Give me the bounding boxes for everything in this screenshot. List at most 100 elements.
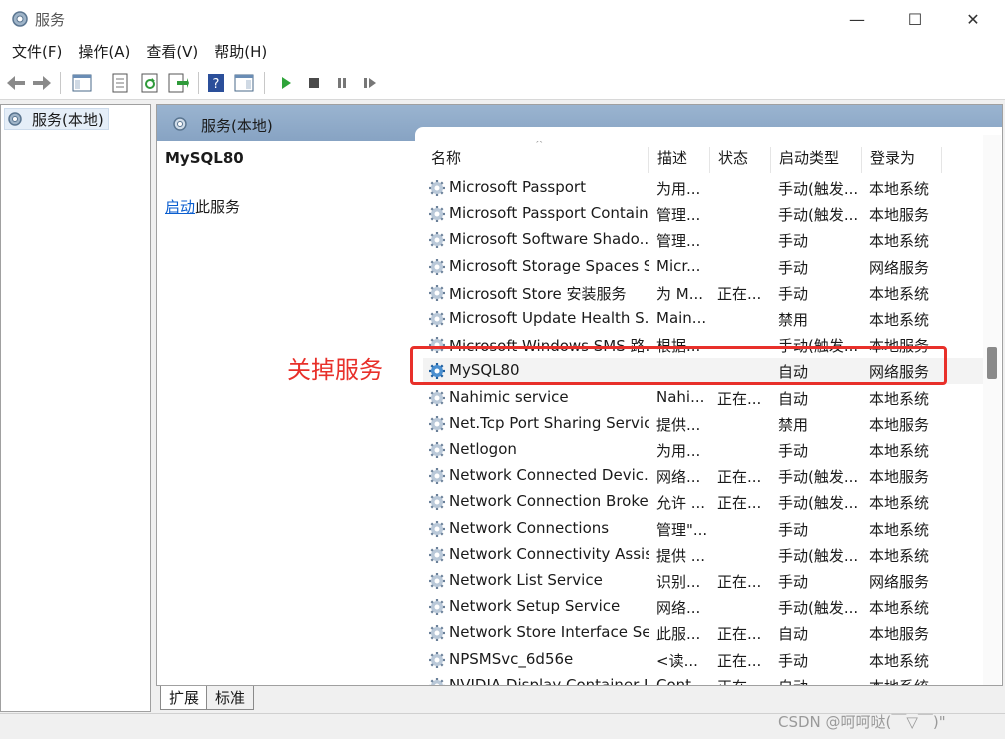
cell-startup: 手动	[778, 442, 809, 460]
cell-status: 正在...	[717, 468, 762, 487]
cell-name: Network Connectivity Assis...	[449, 544, 649, 563]
service-row[interactable]: NPSMSvc_6d56e <读... 正在... 手动 本地系统	[423, 647, 985, 673]
cell-desc: 提供...	[656, 415, 701, 434]
service-gear-icon	[429, 599, 445, 616]
cell-name: NPSMSvc_6d56e	[449, 649, 574, 668]
service-row[interactable]: Network Setup Service 网络... 手动(触发... 本地系统	[423, 594, 985, 620]
service-row[interactable]: Microsoft Storage Spaces S... Micr... 手动 网络…	[423, 254, 985, 280]
service-row[interactable]: Microsoft Passport 为用... 手动(触发... 本地系统	[423, 175, 985, 201]
cell-startup: 手动	[778, 573, 809, 591]
scrollbar-thumb[interactable]	[987, 347, 997, 379]
service-gear-icon	[429, 284, 445, 301]
column-header-name[interactable]: 名称	[423, 147, 649, 173]
service-gear-icon	[429, 311, 445, 327]
cell-name: Nahimic service	[449, 387, 569, 406]
toolbar-separator	[264, 72, 265, 94]
cell-startup: 自动	[778, 625, 809, 644]
services-gear-icon	[12, 11, 28, 27]
service-gear-icon	[429, 258, 445, 275]
export-list-icon[interactable]	[166, 71, 190, 95]
cell-desc: Nahi...	[656, 387, 705, 406]
back-icon[interactable]	[4, 71, 28, 95]
cell-logon: 本地系统	[869, 284, 930, 303]
annotation-highlight-box	[410, 346, 947, 385]
close-button[interactable]: ✕	[944, 0, 1002, 38]
cell-desc: <读...	[656, 651, 698, 670]
restart-service-icon[interactable]	[358, 71, 382, 95]
cell-logon: 本地系统	[869, 389, 930, 408]
cell-name: Microsoft Passport Container	[449, 204, 649, 223]
cell-status: 正在...	[717, 284, 762, 303]
service-row[interactable]: Microsoft Software Shado... 管理... 手动 本地系统	[423, 227, 985, 253]
minimize-button[interactable]: —	[828, 0, 886, 38]
annotation-label: 关掉服务	[287, 356, 383, 384]
refresh-icon[interactable]	[138, 71, 162, 95]
cell-startup: 禁用	[778, 415, 809, 434]
cell-startup: 手动(触发...	[778, 206, 859, 225]
start-service-link[interactable]: 启动	[165, 198, 195, 216]
service-row[interactable]: NVIDIA Display Container LS Cont... 正在... 自…	[423, 673, 985, 685]
service-row[interactable]: Network List Service 识别... 正在... 手动 网络服务	[423, 568, 985, 594]
watermark: CSDN @呵呵哒(￣▽￣)"	[778, 713, 946, 731]
column-header-status[interactable]: 状态	[710, 147, 771, 173]
cell-name: Network Store Interface Se...	[449, 623, 649, 642]
service-row[interactable]: Network Connectivity Assis... 提供 ... 手动(触发…	[423, 542, 985, 568]
menu-view[interactable]: 查看(V)	[140, 38, 204, 66]
cell-startup: 禁用	[778, 311, 809, 329]
column-header-logon-as[interactable]: 登录为	[862, 147, 942, 173]
service-gear-icon	[429, 442, 445, 458]
cell-startup: 手动(触发...	[778, 468, 859, 487]
service-row[interactable]: Microsoft Update Health S... Main... 禁用 本地系…	[423, 306, 985, 332]
forward-icon[interactable]	[30, 71, 54, 95]
menu-file[interactable]: 文件(F)	[6, 38, 68, 66]
column-header-startup-type[interactable]: 启动类型	[771, 147, 862, 173]
pause-service-icon[interactable]	[330, 71, 354, 95]
start-service-suffix: 此服务	[195, 198, 241, 216]
service-row[interactable]: Network Connections 管理"... 手动 本地系统	[423, 516, 985, 542]
service-row[interactable]: Nahimic service Nahi... 正在... 自动 本地系统	[423, 385, 985, 411]
service-row[interactable]: Netlogon 为用... 手动 本地系统	[423, 437, 985, 463]
service-row[interactable]: Microsoft Passport Container 管理... 手动(触发..…	[423, 201, 985, 227]
stop-service-icon[interactable]	[302, 71, 326, 95]
show-hide-console-tree-icon[interactable]	[70, 71, 94, 95]
cell-startup: 手动	[778, 232, 809, 251]
services-gear-icon	[173, 117, 187, 131]
tab-extended[interactable]: 扩展	[160, 686, 209, 710]
cell-name: Microsoft Update Health S...	[449, 309, 649, 327]
cell-desc: 允许 ...	[656, 494, 706, 513]
show-hide-action-pane-icon[interactable]	[232, 71, 256, 95]
service-row[interactable]: Network Connected Devic... 网络... 正在... 手动(触…	[423, 463, 985, 489]
service-gear-icon	[429, 415, 445, 432]
cell-startup: 手动	[778, 520, 809, 539]
column-header-description[interactable]: 描述	[649, 147, 710, 173]
cell-logon: 本地系统	[869, 232, 930, 251]
service-row[interactable]: Net.Tcp Port Sharing Service 提供... 禁用 本地服务	[423, 411, 985, 437]
properties-icon[interactable]	[108, 71, 132, 95]
cell-logon: 本地系统	[869, 599, 930, 618]
service-row[interactable]: Network Store Interface Se... 此服... 正在... 自…	[423, 620, 985, 646]
cell-status: 正在...	[717, 494, 762, 513]
menu-bar: 文件(F) 操作(A) 查看(V) 帮助(H)	[0, 38, 1005, 66]
service-row[interactable]: Network Connection Broker 允许 ... 正在... 手动(触…	[423, 489, 985, 515]
menu-action[interactable]: 操作(A)	[72, 38, 136, 66]
cell-status: 正在...	[717, 676, 773, 685]
cell-startup: 手动(触发...	[778, 599, 859, 618]
menu-help[interactable]: 帮助(H)	[208, 38, 273, 66]
cell-desc: 为用...	[656, 180, 701, 198]
cell-startup: 手动(触发...	[778, 546, 859, 565]
tree-item-services-local[interactable]: 服务(本地)	[4, 108, 109, 130]
vertical-scrollbar[interactable]	[983, 135, 1001, 685]
maximize-button[interactable]: ☐	[886, 0, 944, 38]
service-gear-icon	[429, 546, 445, 563]
service-row[interactable]: Microsoft Store 安装服务 为 M... 正在... 手动 本地系统	[423, 280, 985, 306]
cell-logon: 本地系统	[869, 311, 930, 329]
cell-desc: 为用...	[656, 442, 701, 460]
cell-desc: 管理...	[656, 206, 701, 225]
cell-name: Network Connections	[449, 518, 610, 537]
tab-standard[interactable]: 标准	[206, 686, 255, 710]
start-service-icon[interactable]	[274, 71, 298, 95]
help-icon[interactable]: ?	[204, 71, 228, 95]
cell-desc: 管理...	[656, 232, 701, 251]
cell-desc: 识别...	[656, 573, 701, 591]
cell-startup: 手动	[778, 651, 809, 670]
